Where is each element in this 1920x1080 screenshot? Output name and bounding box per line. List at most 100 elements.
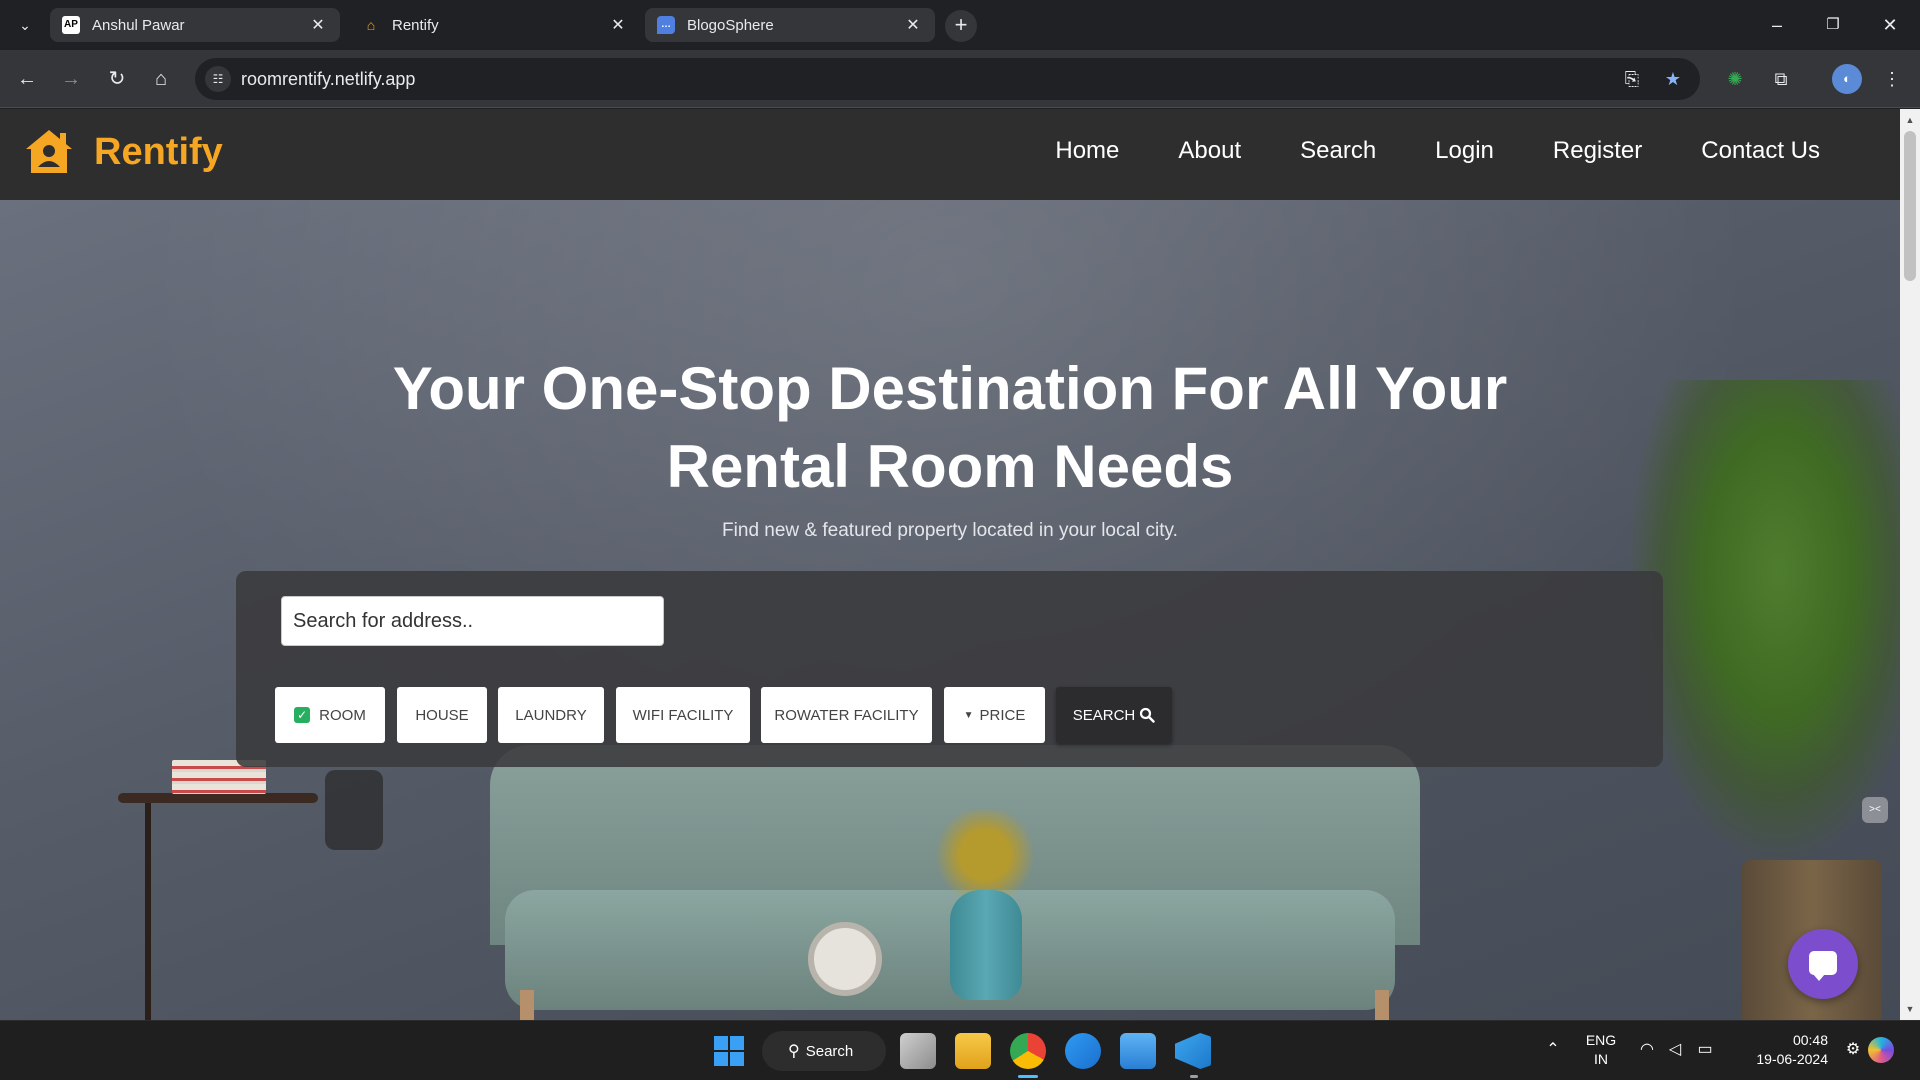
notepad-icon[interactable] xyxy=(1120,1033,1156,1069)
profile-avatar[interactable]: ◐ xyxy=(1832,64,1862,94)
browser-tab-strip: ⌄ AP Anshul Pawar ✕ ⌂ Rentify ✕ … BlogoS… xyxy=(0,0,1920,50)
battery-icon[interactable]: ▭ xyxy=(1692,1037,1718,1063)
clock-date[interactable]: 00:48 19-06-2024 xyxy=(1728,1031,1828,1069)
browser-toolbar: ← → ↻ ⌂ ☷ roomrentify.netlify.app ⎘ ★ ✺ … xyxy=(0,50,1920,108)
search-icon xyxy=(1140,707,1155,723)
price-label: PRICE xyxy=(979,706,1026,724)
tab-blogosphere[interactable]: … BlogoSphere ✕ xyxy=(645,8,935,42)
vscode-icon[interactable] xyxy=(1175,1033,1211,1069)
filter-label: ROWATER FACILITY xyxy=(774,706,919,724)
sofa-leg xyxy=(520,990,534,1020)
sofa-leg xyxy=(1375,990,1389,1020)
chrome-active-indicator xyxy=(1018,1075,1038,1078)
side-table-image xyxy=(118,793,318,803)
windows-taskbar: ⚲ Search ⌃ ENG IN ◠ ◁ ▭ 00:48 19-06-2024… xyxy=(0,1020,1920,1080)
back-icon[interactable]: ← xyxy=(12,64,42,94)
filter-label: WIFI FACILITY xyxy=(632,706,734,724)
hero-title-line2: Rental Room Needs xyxy=(666,433,1234,500)
filter-rowater-facility[interactable]: ROWATER FACILITY xyxy=(761,687,932,743)
nav-register[interactable]: Register xyxy=(1553,137,1642,165)
volume-icon[interactable]: ◁ xyxy=(1662,1037,1688,1063)
nav-about[interactable]: About xyxy=(1178,137,1241,165)
filter-label: ROOM xyxy=(319,706,366,724)
scroll-down-icon[interactable]: ▼ xyxy=(1900,1000,1920,1018)
tab-label: Rentify xyxy=(392,16,439,34)
plant-image xyxy=(1630,380,1900,860)
tab-label: Anshul Pawar xyxy=(92,16,185,34)
page-scrollbar[interactable]: ▲ ▼ xyxy=(1900,109,1920,1020)
price-dropdown[interactable]: ▼ PRICE xyxy=(944,687,1045,743)
tab-rentify[interactable]: ⌂ Rentify ✕ xyxy=(350,8,640,42)
filter-house[interactable]: HOUSE xyxy=(397,687,487,743)
chat-widget-button[interactable] xyxy=(1788,929,1858,999)
nav-login[interactable]: Login xyxy=(1435,137,1494,165)
bookmark-star-icon[interactable]: ★ xyxy=(1661,67,1685,91)
nav-home[interactable]: Home xyxy=(1055,137,1119,165)
address-search-input[interactable] xyxy=(281,596,664,646)
flowers-image xyxy=(915,810,1055,900)
url-text[interactable]: roomrentify.netlify.app xyxy=(241,69,415,90)
close-tab-icon[interactable]: ✕ xyxy=(608,15,628,35)
chatgpt-extension-icon[interactable]: ✺ xyxy=(1720,64,1750,94)
house-logo-icon xyxy=(26,130,72,173)
search-icon: ⚲ xyxy=(788,1043,800,1060)
lang-code: ENG xyxy=(1585,1032,1617,1048)
clock-time: 00:48 xyxy=(1792,1032,1828,1048)
vscode-open-indicator xyxy=(1190,1075,1198,1078)
chat-icon xyxy=(1809,951,1837,981)
search-button-label: SEARCH xyxy=(1072,706,1136,724)
filter-label: LAUNDRY xyxy=(515,706,587,724)
minimize-icon[interactable]: – xyxy=(1757,10,1797,40)
search-panel: ✓ ROOM HOUSE LAUNDRY WIFI FACILITY ROWAT… xyxy=(236,571,1663,767)
scrollbar-thumb[interactable] xyxy=(1904,131,1916,281)
taskbar-search[interactable]: ⚲ Search xyxy=(762,1031,886,1071)
site-header: Rentify Home About Search Login Register… xyxy=(0,109,1900,200)
task-view-icon[interactable] xyxy=(900,1033,936,1069)
chat-favicon-icon: … xyxy=(657,16,675,34)
filter-laundry[interactable]: LAUNDRY xyxy=(498,687,604,743)
wifi-icon[interactable]: ◠ xyxy=(1634,1037,1660,1063)
clock-date-text: 19-06-2024 xyxy=(1756,1051,1828,1067)
help-app-icon[interactable] xyxy=(1065,1033,1101,1069)
hero-title-line1: Your One-Stop Destination For All Your xyxy=(392,355,1508,422)
more-menu-icon[interactable]: ⋮ xyxy=(1877,64,1907,94)
scroll-up-icon[interactable]: ▲ xyxy=(1900,111,1920,129)
language-indicator[interactable]: ENG IN xyxy=(1574,1031,1628,1069)
restore-icon[interactable]: ❐ xyxy=(1813,10,1853,40)
site-settings-icon[interactable]: ☷ xyxy=(205,66,231,92)
ap-favicon-icon: AP xyxy=(62,16,80,34)
tab-anshul-pawar[interactable]: AP Anshul Pawar ✕ xyxy=(50,8,340,42)
tab-search-menu-icon[interactable]: ⌄ xyxy=(12,12,38,38)
vase-image xyxy=(950,890,1022,1000)
site-logo[interactable]: Rentify xyxy=(24,127,223,177)
clock-image xyxy=(808,922,882,996)
windows-start-icon[interactable] xyxy=(711,1033,747,1069)
main-nav: Home About Search Login Register Contact… xyxy=(996,137,1820,165)
reload-icon[interactable]: ↻ xyxy=(102,64,132,94)
nav-contact-us[interactable]: Contact Us xyxy=(1701,137,1820,165)
nav-search[interactable]: Search xyxy=(1300,137,1376,165)
taskbar-search-label: Search xyxy=(805,1042,854,1060)
install-app-icon[interactable]: ⎘ xyxy=(1620,67,1644,91)
hero-title: Your One-Stop Destination For All Your R… xyxy=(300,350,1600,506)
house-favicon-icon: ⌂ xyxy=(366,17,376,33)
close-tab-icon[interactable]: ✕ xyxy=(308,15,328,35)
new-tab-button[interactable]: + xyxy=(945,10,977,42)
show-hidden-icons-chevron[interactable]: ⌃ xyxy=(1540,1037,1566,1063)
side-widget-icon[interactable]: >< xyxy=(1862,797,1888,823)
close-tab-icon[interactable]: ✕ xyxy=(903,15,923,35)
copilot-icon[interactable] xyxy=(1868,1037,1894,1063)
file-explorer-icon[interactable] xyxy=(955,1033,991,1069)
forward-icon[interactable]: → xyxy=(56,64,86,94)
filter-wifi-facility[interactable]: WIFI FACILITY xyxy=(616,687,750,743)
home-icon[interactable]: ⌂ xyxy=(146,64,176,94)
close-window-icon[interactable]: ✕ xyxy=(1870,10,1910,40)
page-viewport: Rentify Home About Search Login Register… xyxy=(0,109,1900,1020)
extensions-puzzle-icon[interactable]: ⧉ xyxy=(1766,64,1796,94)
filter-room[interactable]: ✓ ROOM xyxy=(275,687,385,743)
address-bar[interactable]: ☷ roomrentify.netlify.app ⎘ ★ xyxy=(195,58,1700,100)
chrome-icon[interactable] xyxy=(1010,1033,1046,1069)
caret-down-icon: ▼ xyxy=(963,709,974,721)
search-button[interactable]: SEARCH xyxy=(1056,687,1172,743)
notification-icon[interactable]: ⚙ xyxy=(1840,1037,1866,1063)
